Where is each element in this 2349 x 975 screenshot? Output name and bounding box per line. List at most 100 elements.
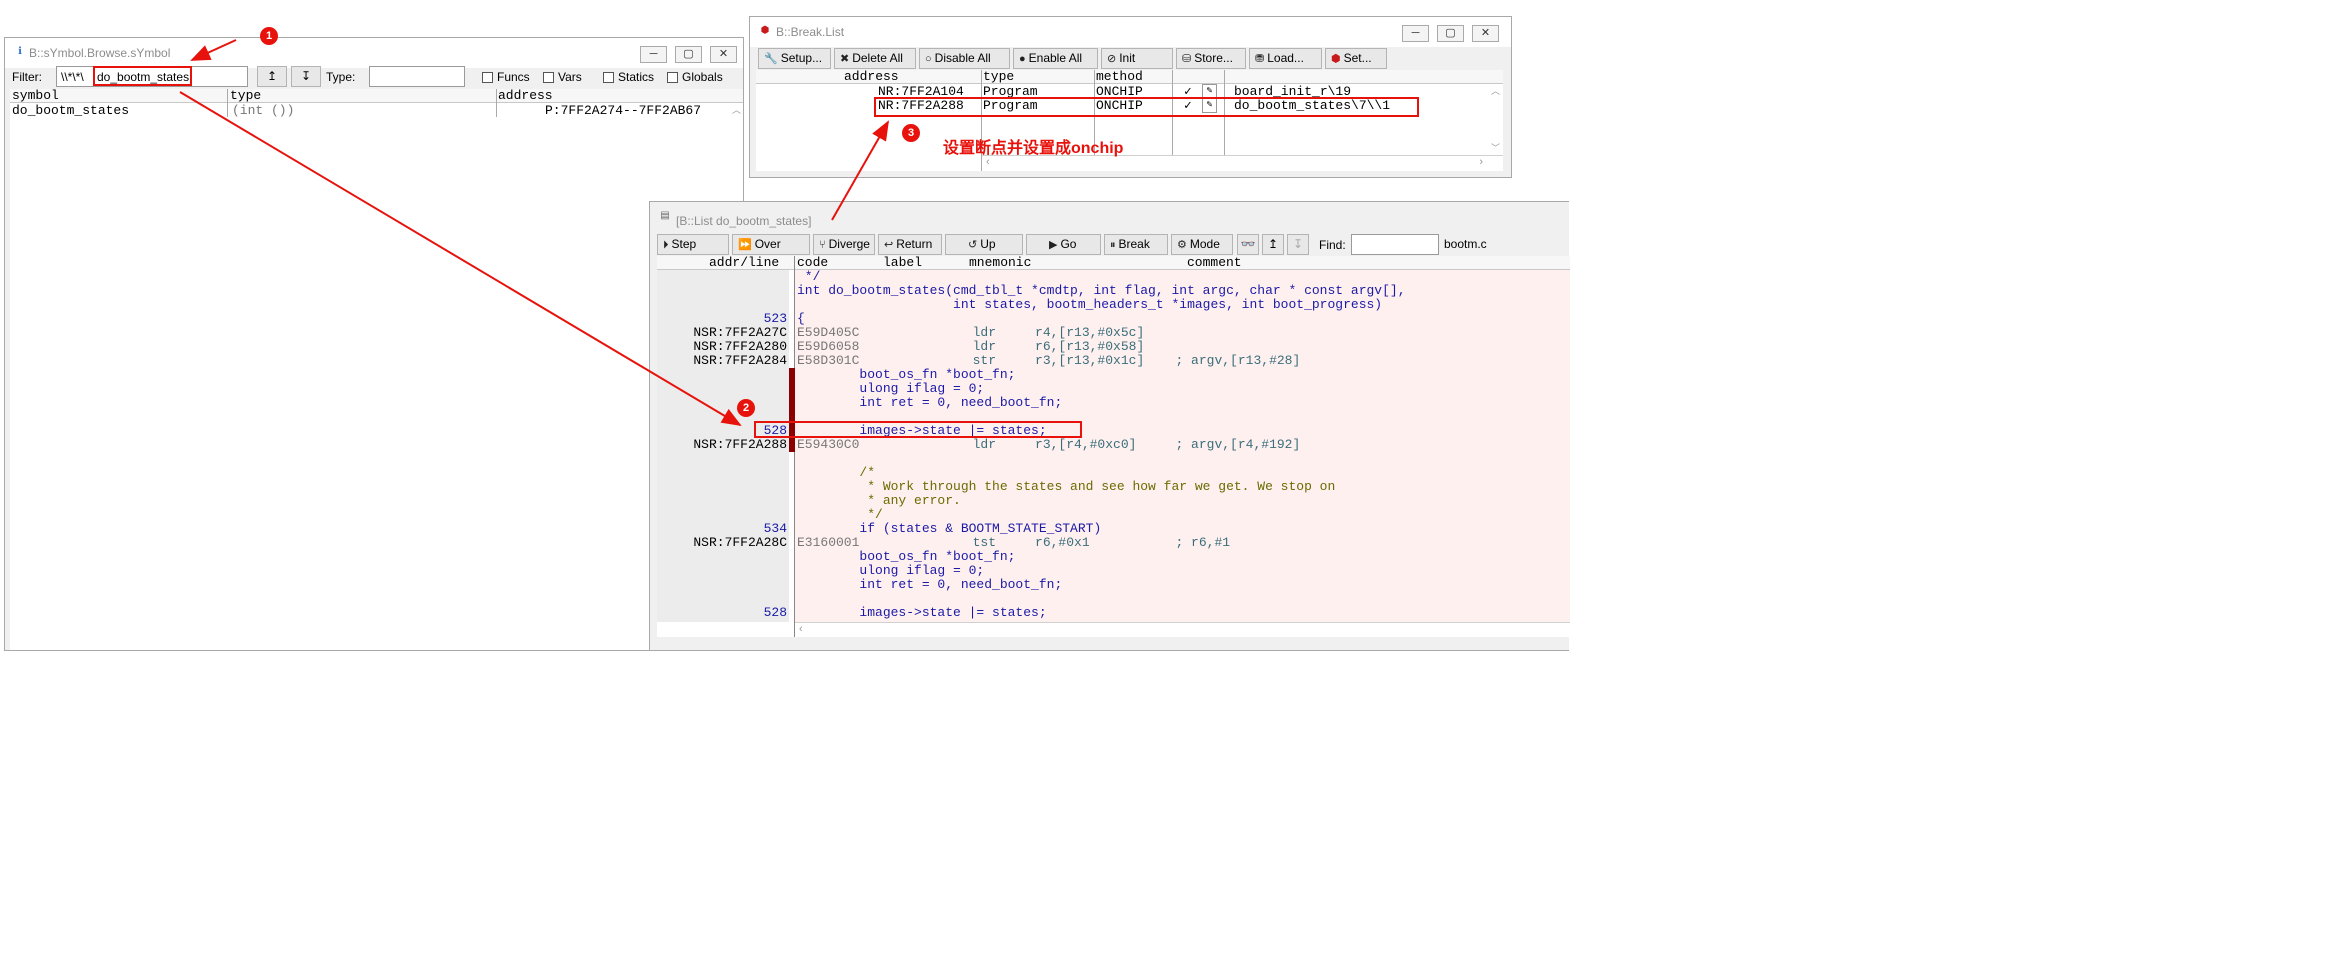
set-button[interactable]: ⬢ Set... — [1325, 48, 1387, 69]
code-row[interactable]: int states, bootm_headers_t *images, int… — [657, 298, 1570, 312]
statics-check-box[interactable] — [603, 72, 614, 83]
col-address[interactable]: address — [844, 70, 899, 83]
filter-label: Filter: — [12, 70, 42, 84]
code-row[interactable]: ulong iflag = 0; — [657, 564, 1570, 578]
breakpoint-marker[interactable] — [789, 438, 795, 452]
code-row[interactable]: int ret = 0, need_boot_fn; — [657, 578, 1570, 592]
col-type[interactable]: type — [230, 89, 261, 102]
close-button[interactable]: ✕ — [1472, 25, 1499, 42]
find-input[interactable] — [1351, 234, 1439, 255]
col-comment[interactable]: comment — [1187, 256, 1242, 269]
code-row[interactable]: int do_bootm_states(cmd_tbl_t *cmdtp, in… — [657, 284, 1570, 298]
scope-down-button[interactable]: ↧ — [1287, 234, 1309, 255]
code-row[interactable]: */ — [657, 508, 1570, 522]
minimize-button[interactable]: ─ — [1402, 25, 1429, 42]
code-row[interactable] — [657, 452, 1570, 466]
return-button[interactable]: ↩ Return — [878, 234, 942, 255]
symbol-window-titlebar[interactable]: ℹ B::sYmbol.Browse.sYmbol ─ ▢ ✕ — [5, 38, 743, 68]
breakpoint-marker[interactable] — [789, 382, 795, 396]
sort-up-button[interactable]: ↥ — [257, 66, 287, 87]
code-row[interactable]: 534 if (states & BOOTM_STATE_START) — [657, 522, 1570, 536]
breakpoint-marker[interactable] — [789, 368, 795, 382]
store-button[interactable]: ⛁ Store... — [1176, 48, 1246, 69]
code-row[interactable]: 523 { — [657, 312, 1570, 326]
col-code[interactable]: code — [797, 256, 828, 269]
code-row[interactable]: * Work through the states and see how fa… — [657, 480, 1570, 494]
source-line-highlight — [754, 421, 1082, 438]
maximize-button[interactable]: ▢ — [1437, 25, 1464, 42]
scroll-up-icon[interactable]: ︿ — [732, 103, 741, 116]
table-row[interactable]: do_bootm_states (int ()) P:7FF2A274--7FF… — [10, 103, 730, 117]
setup-button[interactable]: 🔧 Setup... — [758, 48, 831, 69]
mode-button[interactable]: ⚙ Mode — [1171, 234, 1233, 255]
code-row[interactable]: NSR:7FF2A27C E59D405C ldr r4,[r13,#0x5c] — [657, 326, 1570, 340]
code-row[interactable]: ulong iflag = 0; — [657, 382, 1570, 396]
row-type: (int ()) — [232, 103, 295, 118]
col-address[interactable]: address — [498, 89, 553, 102]
code-row[interactable]: 528 images->state |= states; — [657, 606, 1570, 620]
sort-down-button[interactable]: ↧ — [291, 66, 321, 87]
col-addr-line[interactable]: addr/line — [709, 256, 779, 269]
scroll-down-icon[interactable]: ﹀ — [1491, 141, 1500, 154]
list-row[interactable]: NR:7FF2A104 Program ONCHIP ✓ ✎ board_ini… — [756, 84, 1486, 99]
scope-up-button[interactable]: ↥ — [1262, 234, 1284, 255]
funcs-check-box[interactable] — [482, 72, 493, 83]
load-label: Load... — [1267, 51, 1304, 65]
col-mnemonic[interactable]: mnemonic — [969, 256, 1031, 269]
code-row[interactable] — [657, 592, 1570, 606]
globals-check-box[interactable] — [667, 72, 678, 83]
line-address: 534 — [763, 521, 787, 536]
diverge-button[interactable]: ⑂ Diverge — [813, 234, 875, 255]
source-text: boot_os_fn *boot_fn; — [797, 367, 1016, 382]
code-row[interactable]: NSR:7FF2A28C E3160001 tst r6,#0x1 ; r6,#1 — [657, 536, 1570, 550]
set-label: Set... — [1343, 51, 1372, 65]
col-method[interactable]: method — [1096, 70, 1143, 83]
scroll-left-icon[interactable]: ‹ — [799, 623, 803, 635]
list-window-titlebar[interactable]: ▤ [B::List do_bootm_states] — [650, 202, 1569, 230]
col-symbol[interactable]: symbol — [12, 89, 59, 102]
code-row[interactable]: * any error. — [657, 494, 1570, 508]
break-window-titlebar[interactable]: ⬢ B::Break.List ─ ▢ ✕ — [750, 17, 1511, 47]
delete-all-button[interactable]: ✖ Delete All — [834, 48, 916, 69]
scroll-up-icon[interactable]: ︿ — [1491, 84, 1500, 97]
up-button[interactable]: ↺ Up — [945, 234, 1023, 255]
disable-all-button[interactable]: ○ Disable All — [919, 48, 1010, 69]
minimize-button[interactable]: ─ — [640, 46, 667, 63]
code-row[interactable]: /* — [657, 466, 1570, 480]
asm-text: ldr r3,[r4,#0xc0] ; argv,[r4,#192] — [879, 437, 1301, 452]
funcs-checkbox[interactable]: Funcs — [482, 70, 530, 84]
close-button[interactable]: ✕ — [710, 46, 737, 63]
breakpoint-marker[interactable] — [789, 396, 795, 410]
code-row[interactable]: boot_os_fn *boot_fn; — [657, 550, 1570, 564]
break-button[interactable]: ⏸ Break — [1104, 234, 1168, 255]
source-text: int states, bootm_headers_t *images, int… — [797, 297, 1383, 312]
globals-checkbox[interactable]: Globals — [667, 70, 723, 84]
scroll-right-icon[interactable]: › — [1479, 156, 1483, 168]
code-row[interactable]: boot_os_fn *boot_fn; — [657, 368, 1570, 382]
code-row[interactable]: */ — [657, 270, 1570, 284]
statics-checkbox[interactable]: Statics — [603, 70, 654, 84]
vars-checkbox[interactable]: Vars — [543, 70, 582, 84]
statics-label: Statics — [618, 70, 655, 84]
code-row[interactable]: NSR:7FF2A284 E58D301C str r3,[r13,#0x1c] … — [657, 354, 1570, 368]
maximize-button[interactable]: ▢ — [675, 46, 702, 63]
init-button[interactable]: ⊘ Init — [1101, 48, 1173, 69]
load-button[interactable]: ⛃ Load... — [1249, 48, 1322, 69]
over-button[interactable]: ⏩ Over — [732, 234, 810, 255]
go-button[interactable]: ▶ Go — [1026, 234, 1101, 255]
step-button[interactable]: ⏵ Step — [657, 234, 729, 255]
load-icon: ⛃ — [1255, 53, 1265, 65]
enable-all-button[interactable]: ● Enable All — [1013, 48, 1098, 69]
vars-check-box[interactable] — [543, 72, 554, 83]
type-input[interactable] — [369, 66, 465, 87]
annotation-note: 设置断点并设置成onchip — [943, 140, 1124, 157]
col-label[interactable]: label — [883, 256, 922, 269]
col-type[interactable]: type — [983, 70, 1014, 83]
view-options-button[interactable]: 👓 — [1237, 234, 1259, 255]
code-row[interactable]: int ret = 0, need_boot_fn; — [657, 396, 1570, 410]
horizontal-scrollbar[interactable]: ‹ — [795, 622, 1570, 638]
code-row[interactable]: NSR:7FF2A280 E59D6058 ldr r6,[r13,#0x58] — [657, 340, 1570, 354]
vertical-scrollbar[interactable]: ︿ ﹀ — [1488, 84, 1503, 154]
line-address: NSR:7FF2A284 — [693, 353, 787, 368]
code-row[interactable]: NSR:7FF2A288 E59430C0 ldr r3,[r4,#0xc0] ;… — [657, 438, 1570, 452]
